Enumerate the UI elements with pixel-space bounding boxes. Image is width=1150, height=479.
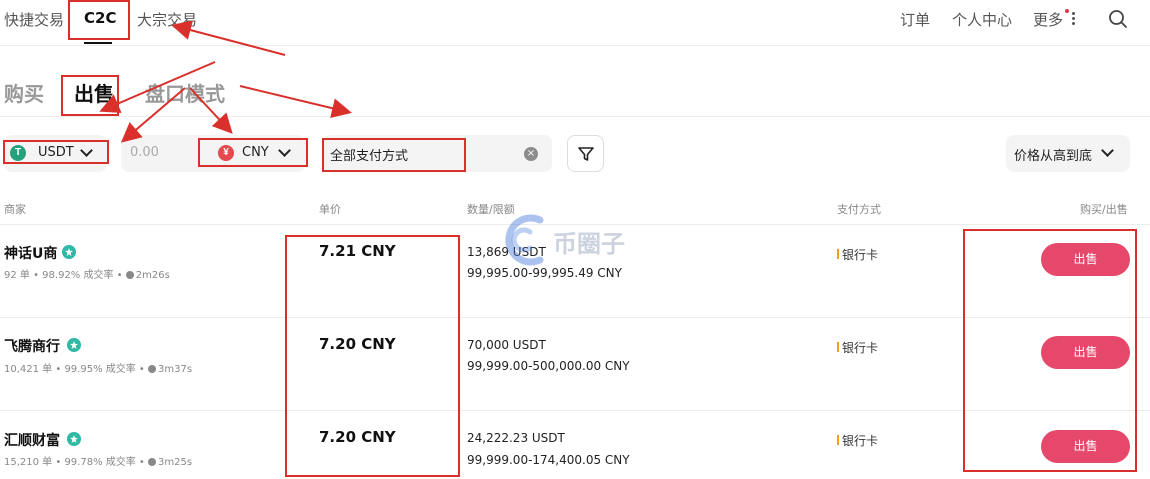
annotation-arrows xyxy=(99,20,352,143)
